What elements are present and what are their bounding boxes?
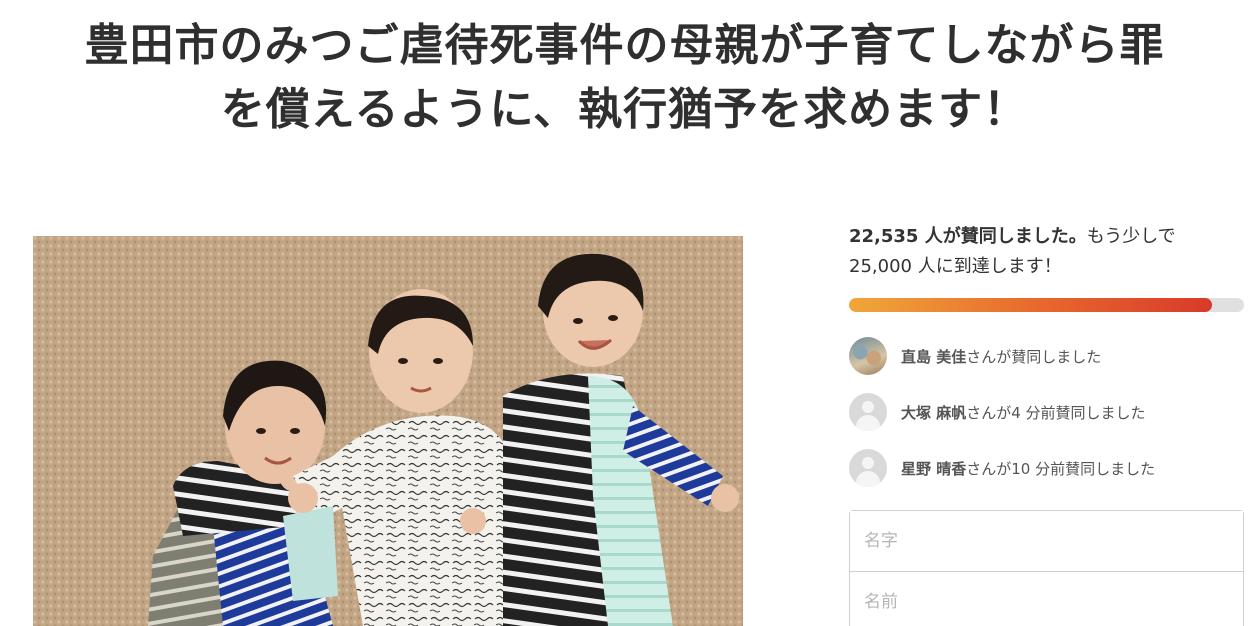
signer-action: さんが賛同しました	[966, 347, 1102, 366]
default-avatar-icon	[849, 393, 887, 431]
signature-progress-fill	[849, 298, 1213, 312]
petition-photo	[33, 236, 743, 626]
signature-count-bold: 22,535 人が賛同しました。	[849, 226, 1087, 247]
first-name-input[interactable]	[850, 571, 1243, 626]
signer-name: 星野 晴香	[901, 459, 967, 478]
last-name-input[interactable]	[850, 511, 1243, 571]
recent-signer: 大塚 麻帆さんが4 分前賛同しました	[849, 384, 1244, 440]
user-photo-avatar	[849, 337, 887, 375]
signer-action: さんが4 分前賛同しました	[966, 403, 1146, 422]
signature-progress-bar	[849, 298, 1244, 312]
recent-signers-list: 直島 美佳さんが賛同しました 大塚 麻帆さんが4 分前賛同しました 星野 晴香さ…	[849, 328, 1244, 496]
petition-page: 豊田市のみつご虐待死事件の母親が子育てしながら罪 を償えるように、執行猶予を求め…	[0, 0, 1249, 626]
signature-count: 22,535 人が賛同しました。もう少しで 25,000 人に到達します！	[849, 222, 1244, 282]
signature-count-rest-1: もう少しで	[1086, 226, 1176, 247]
recent-signer: 直島 美佳さんが賛同しました	[849, 328, 1244, 384]
triplets-photo-illustration	[33, 236, 743, 626]
page-title-line-1: 豊田市のみつご虐待死事件の母親が子育てしながら罪	[84, 20, 1165, 71]
page-title-line-2: を償えるように、執行猶予を求めます！	[220, 84, 1029, 135]
signer-action: さんが10 分前賛同しました	[966, 459, 1156, 478]
page-title: 豊田市のみつご虐待死事件の母親が子育てしながら罪 を償えるように、執行猶予を求め…	[0, 14, 1249, 142]
signature-panel: 22,535 人が賛同しました。もう少しで 25,000 人に到達します！ 直島…	[849, 222, 1244, 626]
default-avatar-icon	[849, 449, 887, 487]
signer-name: 大塚 麻帆	[901, 403, 967, 422]
sign-form	[849, 510, 1244, 626]
recent-signer: 星野 晴香さんが10 分前賛同しました	[849, 440, 1244, 496]
signer-name: 直島 美佳	[901, 347, 967, 366]
signature-count-rest-2: 25,000 人に到達します！	[849, 256, 1062, 277]
